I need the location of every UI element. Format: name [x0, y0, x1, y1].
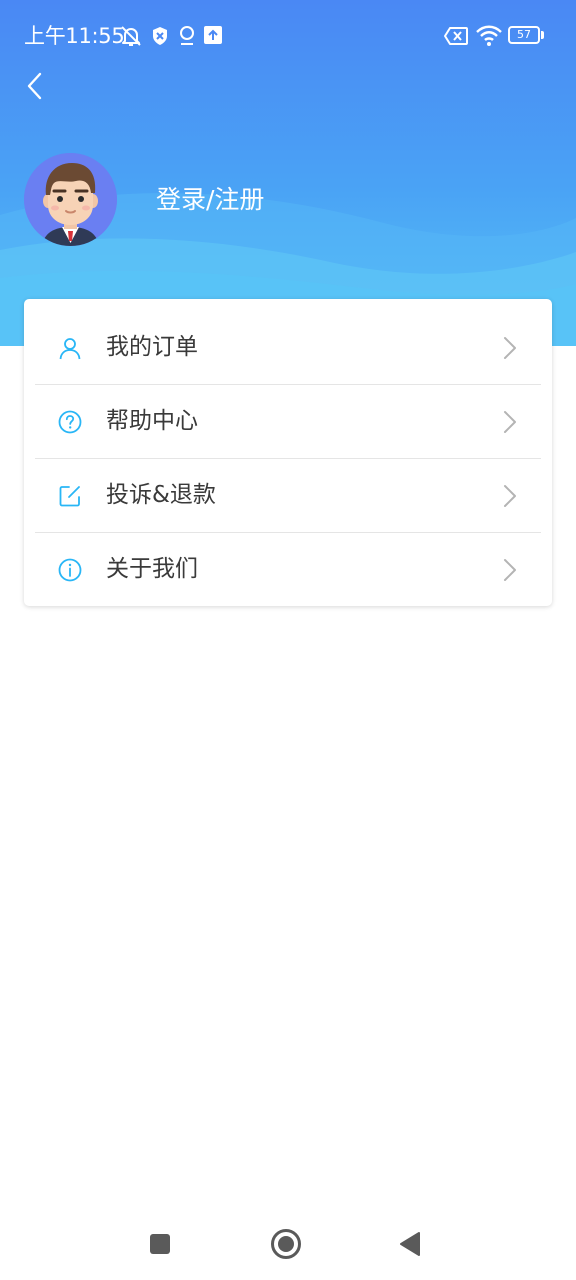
home-circle-icon	[271, 1229, 301, 1259]
home-button[interactable]	[268, 1226, 304, 1262]
battery-level: 57	[517, 28, 531, 41]
login-register-link[interactable]: 登录/注册	[156, 183, 264, 217]
menu-item-label: 关于我们	[106, 556, 198, 582]
battery-tip	[541, 31, 544, 39]
chevron-right-icon	[504, 337, 516, 359]
battery-icon: 57	[508, 26, 540, 44]
sim-x-icon	[444, 27, 468, 45]
menu-item-about-us[interactable]: 关于我们	[35, 532, 541, 606]
chevron-right-icon	[504, 485, 516, 507]
back-button[interactable]	[14, 64, 54, 108]
menu-card: 我的订单 帮助中心 投诉&退款 关于我们	[24, 299, 552, 606]
recents-button[interactable]	[142, 1226, 178, 1262]
back-triangle-icon	[400, 1232, 420, 1256]
status-bar: 上午11:55 57	[0, 0, 576, 72]
upload-icon	[204, 26, 222, 44]
cartoon-man-avatar-icon	[24, 153, 117, 246]
menu-item-label: 帮助中心	[106, 408, 198, 434]
system-navigation-bar	[0, 1210, 576, 1280]
recents-square-icon	[150, 1234, 170, 1254]
info-circle-icon	[58, 558, 82, 582]
question-circle-icon	[58, 410, 82, 434]
chevron-right-icon	[504, 411, 516, 433]
bell-muted-icon	[121, 26, 141, 46]
back-nav-button[interactable]	[392, 1226, 428, 1262]
menu-item-label: 我的订单	[106, 334, 198, 360]
header-banner: 上午11:55 57 登录/注册	[0, 0, 576, 346]
wifi-icon	[476, 25, 502, 46]
menu-item-complaint-refund[interactable]: 投诉&退款	[35, 458, 541, 533]
user-avatar[interactable]	[24, 153, 117, 246]
shield-icon	[153, 27, 167, 45]
menu-item-help-center[interactable]: 帮助中心	[35, 384, 541, 459]
menu-item-label: 投诉&退款	[106, 482, 216, 508]
location-icon	[180, 26, 194, 45]
chevron-left-icon	[27, 72, 42, 100]
menu-item-my-orders[interactable]: 我的订单	[35, 310, 541, 385]
chevron-right-icon	[504, 559, 516, 581]
user-icon	[59, 338, 81, 360]
status-time: 上午11:55	[24, 24, 125, 48]
edit-square-icon	[59, 486, 80, 507]
